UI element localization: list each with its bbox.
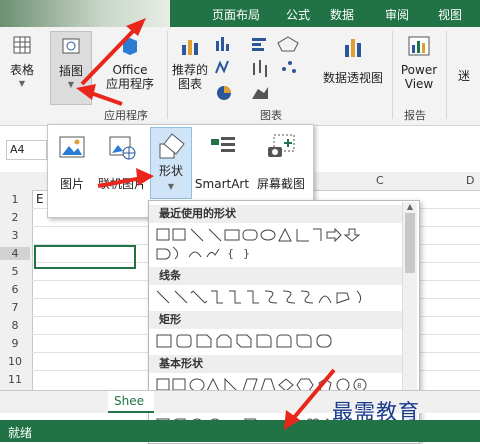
- red-arrow-to-smiley-shape: [284, 368, 336, 430]
- annotation-arrows: [76, 18, 336, 430]
- red-arrow-to-insert-tab: [80, 18, 146, 86]
- red-arrow-to-illustrations: [76, 84, 123, 106]
- red-arrow-to-shapes: [97, 168, 154, 188]
